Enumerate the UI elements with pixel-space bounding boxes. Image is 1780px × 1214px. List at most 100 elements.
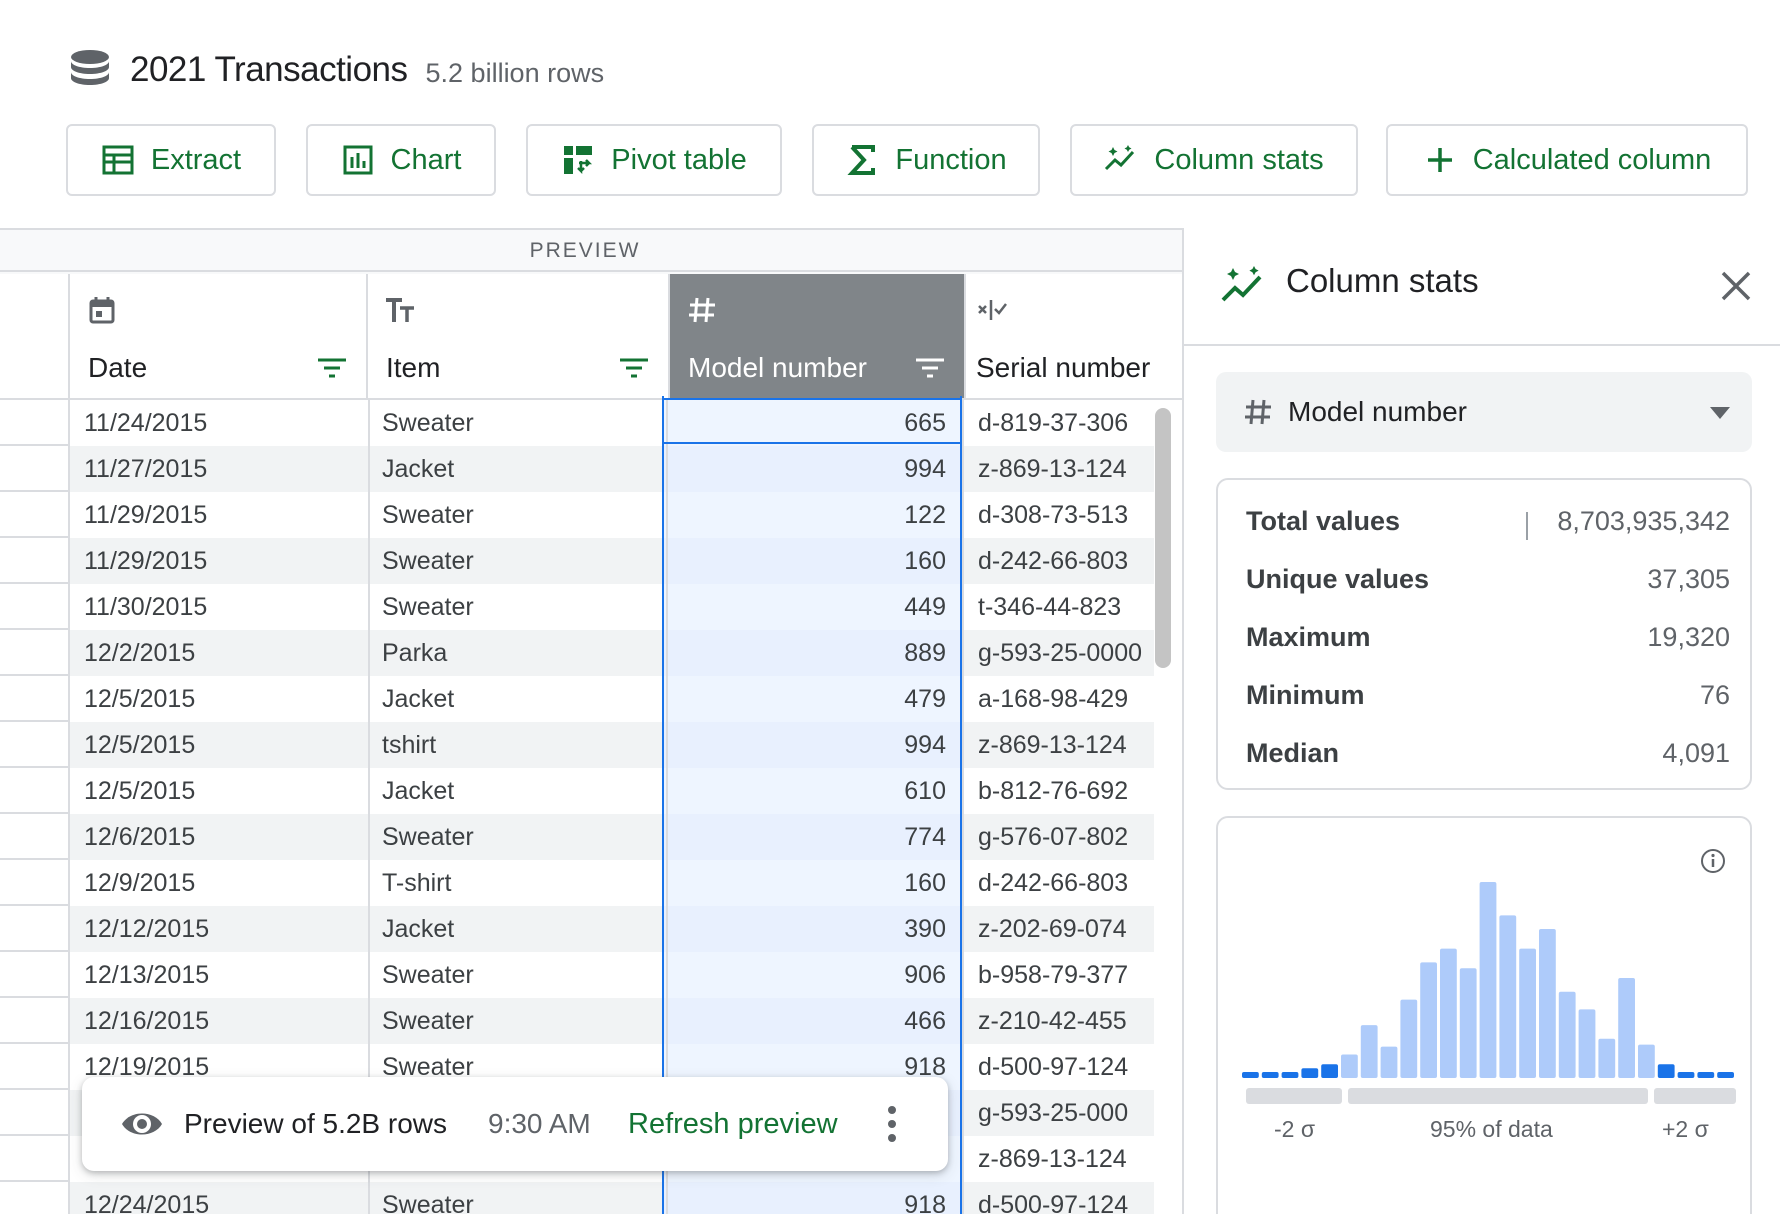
cell-serial-number[interactable]: z-869-13-124 bbox=[978, 446, 1154, 492]
cell-serial-number[interactable]: g-593-25-0000 bbox=[978, 630, 1154, 676]
table-row[interactable]: 12/5/2015 Jacket 479 a-168-98-429 bbox=[70, 676, 1154, 722]
cell-model-number[interactable]: 994 bbox=[664, 446, 962, 492]
column-divider bbox=[368, 1182, 370, 1214]
cell-date[interactable]: 11/30/2015 bbox=[84, 584, 364, 630]
cell-date[interactable]: 12/12/2015 bbox=[84, 906, 364, 952]
filter-icon[interactable] bbox=[316, 354, 348, 382]
cell-date[interactable]: 12/13/2015 bbox=[84, 952, 364, 998]
histogram-chart bbox=[1242, 882, 1734, 1078]
cell-model-number[interactable]: 774 bbox=[664, 814, 962, 860]
cell-item[interactable]: Sweater bbox=[382, 998, 662, 1044]
cell-model-number[interactable]: 160 bbox=[664, 538, 962, 584]
cell-model-number[interactable]: 390 bbox=[664, 906, 962, 952]
cell-model-number[interactable]: 449 bbox=[664, 584, 962, 630]
cell-item[interactable]: Jacket bbox=[382, 676, 662, 722]
cell-model-number[interactable]: 994 bbox=[664, 722, 962, 768]
cell-item[interactable]: tshirt bbox=[382, 722, 662, 768]
cell-serial-number[interactable]: z-210-42-455 bbox=[978, 998, 1154, 1044]
cell-date[interactable]: 12/6/2015 bbox=[84, 814, 364, 860]
cell-date[interactable]: 12/24/2015 bbox=[84, 1182, 364, 1214]
column-stats-button[interactable]: Column stats bbox=[1070, 124, 1358, 196]
column-header-item[interactable]: Item bbox=[368, 274, 670, 400]
cell-date[interactable]: 12/16/2015 bbox=[84, 998, 364, 1044]
cell-serial-number[interactable]: d-500-97-124 bbox=[978, 1182, 1154, 1214]
scrollbar-thumb[interactable] bbox=[1155, 408, 1171, 668]
cell-serial-number[interactable]: d-819-37-306 bbox=[978, 400, 1154, 446]
column-selector-dropdown[interactable]: Model number bbox=[1216, 372, 1752, 452]
cell-item[interactable]: Sweater bbox=[382, 952, 662, 998]
table-row[interactable]: 12/12/2015 Jacket 390 z-202-69-074 bbox=[70, 906, 1154, 952]
cell-date[interactable]: 11/29/2015 bbox=[84, 538, 364, 584]
cell-serial-number[interactable]: t-346-44-823 bbox=[978, 584, 1154, 630]
table-row[interactable]: 12/5/2015 Jacket 610 b-812-76-692 bbox=[70, 768, 1154, 814]
column-header-date[interactable]: Date bbox=[70, 274, 368, 400]
more-vert-icon[interactable] bbox=[884, 1103, 900, 1145]
cell-date[interactable]: 11/29/2015 bbox=[84, 492, 364, 538]
cell-item[interactable]: Jacket bbox=[382, 906, 662, 952]
cell-model-number[interactable]: 160 bbox=[664, 860, 962, 906]
table-row[interactable]: 11/29/2015 Sweater 160 d-242-66-803 bbox=[70, 538, 1154, 584]
table-row[interactable]: 12/5/2015 tshirt 994 z-869-13-124 bbox=[70, 722, 1154, 768]
cell-serial-number[interactable]: d-308-73-513 bbox=[978, 492, 1154, 538]
table-row[interactable]: 11/27/2015 Jacket 994 z-869-13-124 bbox=[70, 446, 1154, 492]
column-header-model-number[interactable]: Model number bbox=[670, 274, 966, 400]
cell-item[interactable]: Sweater bbox=[382, 1182, 662, 1214]
cell-date[interactable]: 12/5/2015 bbox=[84, 676, 364, 722]
cell-model-number[interactable]: 906 bbox=[664, 952, 962, 998]
pivot-table-button[interactable]: Pivot table bbox=[526, 124, 782, 196]
table-row[interactable]: 12/16/2015 Sweater 466 z-210-42-455 bbox=[70, 998, 1154, 1044]
info-icon[interactable] bbox=[1700, 848, 1726, 874]
table-row[interactable]: 12/6/2015 Sweater 774 g-576-07-802 bbox=[70, 814, 1154, 860]
close-icon[interactable] bbox=[1718, 268, 1754, 304]
cell-date[interactable]: 12/5/2015 bbox=[84, 722, 364, 768]
cell-date[interactable]: 11/27/2015 bbox=[84, 446, 364, 492]
column-header-serial-number[interactable]: Serial number bbox=[966, 274, 1182, 400]
cell-date[interactable]: 12/5/2015 bbox=[84, 768, 364, 814]
cell-item[interactable]: Sweater bbox=[382, 814, 662, 860]
cell-item[interactable]: Sweater bbox=[382, 400, 662, 446]
cell-model-number[interactable]: 665 bbox=[664, 400, 962, 446]
cell-serial-number[interactable]: z-869-13-124 bbox=[978, 1136, 1154, 1182]
filter-icon[interactable] bbox=[914, 354, 946, 382]
cell-item[interactable]: Jacket bbox=[382, 446, 662, 492]
table-row[interactable]: 11/24/2015 Sweater 665 d-819-37-306 bbox=[70, 400, 1154, 446]
cell-serial-number[interactable]: z-202-69-074 bbox=[978, 906, 1154, 952]
table-row[interactable]: 12/13/2015 Sweater 906 b-958-79-377 bbox=[70, 952, 1154, 998]
cell-serial-number[interactable]: d-242-66-803 bbox=[978, 860, 1154, 906]
selected-column-name: Model number bbox=[1288, 396, 1467, 427]
cell-serial-number[interactable]: b-958-79-377 bbox=[978, 952, 1154, 998]
chart-button[interactable]: Chart bbox=[306, 124, 496, 196]
cell-date[interactable]: 11/24/2015 bbox=[84, 400, 364, 446]
table-row[interactable]: 11/30/2015 Sweater 449 t-346-44-823 bbox=[70, 584, 1154, 630]
filter-icon[interactable] bbox=[618, 354, 650, 382]
cell-model-number[interactable]: 610 bbox=[664, 768, 962, 814]
cell-model-number[interactable]: 466 bbox=[664, 998, 962, 1044]
cell-item[interactable]: T-shirt bbox=[382, 860, 662, 906]
cell-serial-number[interactable]: z-869-13-124 bbox=[978, 722, 1154, 768]
cell-model-number[interactable]: 122 bbox=[664, 492, 962, 538]
table-row[interactable]: 11/29/2015 Sweater 122 d-308-73-513 bbox=[70, 492, 1154, 538]
function-button[interactable]: Function bbox=[812, 124, 1040, 196]
calculated-column-button[interactable]: Calculated column bbox=[1386, 124, 1748, 196]
cell-serial-number[interactable]: a-168-98-429 bbox=[978, 676, 1154, 722]
table-row[interactable]: 12/2/2015 Parka 889 g-593-25-0000 bbox=[70, 630, 1154, 676]
cell-item[interactable]: Parka bbox=[382, 630, 662, 676]
extract-button[interactable]: Extract bbox=[66, 124, 276, 196]
cell-model-number[interactable]: 479 bbox=[664, 676, 962, 722]
cell-model-number[interactable]: 918 bbox=[664, 1182, 962, 1214]
cell-serial-number[interactable]: d-242-66-803 bbox=[978, 538, 1154, 584]
cell-serial-number[interactable]: g-576-07-802 bbox=[978, 814, 1154, 860]
cell-date[interactable]: 12/9/2015 bbox=[84, 860, 364, 906]
cell-serial-number[interactable]: b-812-76-692 bbox=[978, 768, 1154, 814]
cell-serial-number[interactable]: g-593-25-000 bbox=[978, 1090, 1154, 1136]
cell-item[interactable]: Jacket bbox=[382, 768, 662, 814]
cell-item[interactable]: Sweater bbox=[382, 492, 662, 538]
cell-item[interactable]: Sweater bbox=[382, 538, 662, 584]
cell-date[interactable]: 12/2/2015 bbox=[84, 630, 364, 676]
table-row[interactable]: 12/9/2015 T-shirt 160 d-242-66-803 bbox=[70, 860, 1154, 906]
cell-item[interactable]: Sweater bbox=[382, 584, 662, 630]
refresh-preview-button[interactable]: Refresh preview bbox=[628, 1077, 838, 1171]
table-row[interactable]: 12/24/2015 Sweater 918 d-500-97-124 bbox=[70, 1182, 1154, 1214]
cell-model-number[interactable]: 889 bbox=[664, 630, 962, 676]
cell-serial-number[interactable]: d-500-97-124 bbox=[978, 1044, 1154, 1090]
